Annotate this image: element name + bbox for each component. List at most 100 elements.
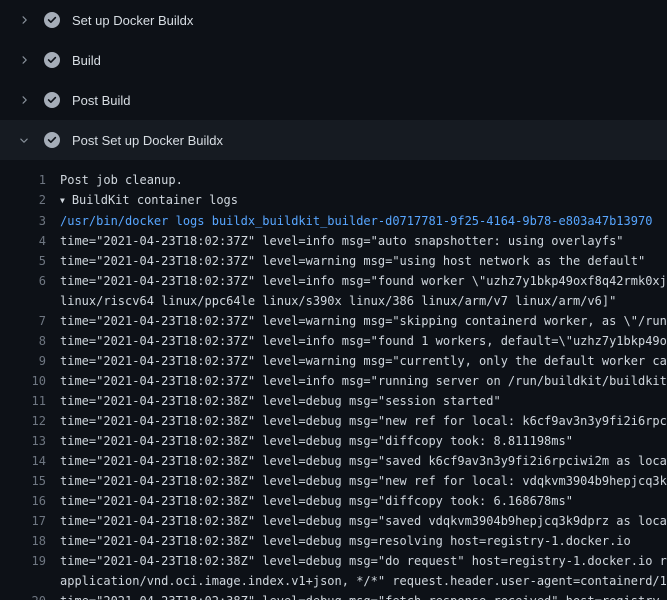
log-line-text-content: time="2021-04-23T18:02:37Z" level=warnin… [60, 354, 667, 368]
log-row: 14 time="2021-04-23T18:02:38Z" level=deb… [0, 451, 667, 471]
log-line-text: time="2021-04-23T18:02:38Z" level=debug … [46, 411, 667, 431]
log-line-text-content: BuildKit container logs [72, 193, 238, 207]
log-line-text-content: Post job cleanup. [60, 173, 183, 187]
log-container: 1 Post job cleanup. 2 ▼ BuildKit containe… [0, 160, 667, 600]
check-circle-icon [44, 132, 60, 148]
log-line-text: time="2021-04-23T18:02:38Z" level=debug … [46, 551, 667, 571]
log-line-text-content: time="2021-04-23T18:02:37Z" level=info m… [60, 334, 667, 348]
step-row[interactable]: Post Set up Docker Buildx [0, 120, 667, 160]
log-line-number[interactable]: 10 [0, 371, 46, 391]
log-line-number[interactable]: 3 [0, 211, 46, 231]
log-row: 2 ▼ BuildKit container logs [0, 190, 667, 211]
log-line-number[interactable]: 15 [0, 471, 46, 491]
log-line-number[interactable]: 14 [0, 451, 46, 471]
log-line-text: Post job cleanup. [46, 170, 667, 190]
step-row[interactable]: Post Build [0, 80, 667, 120]
log-group-toggle-icon[interactable]: ▼ [60, 191, 65, 211]
log-row: linux/riscv64 linux/ppc64le linux/s390x … [0, 291, 667, 311]
log-row: 12 time="2021-04-23T18:02:38Z" level=deb… [0, 411, 667, 431]
chevron-icon [16, 52, 32, 68]
log-line-text-content: time="2021-04-23T18:02:38Z" level=debug … [60, 554, 667, 568]
log-line-text-content: linux/riscv64 linux/ppc64le linux/s390x … [60, 294, 616, 308]
step-row[interactable]: Set up Docker Buildx [0, 0, 667, 40]
log-line-text: /usr/bin/docker logs buildx_buildkit_bui… [46, 211, 667, 231]
log-line-text-content: time="2021-04-23T18:02:38Z" level=debug … [60, 434, 573, 448]
log-line-text: ▼ BuildKit container logs [46, 190, 667, 211]
log-row: 19 time="2021-04-23T18:02:38Z" level=deb… [0, 551, 667, 571]
step-label: Build [72, 53, 101, 68]
log-line-text-content: time="2021-04-23T18:02:38Z" level=debug … [60, 514, 667, 528]
log-line-text-content: time="2021-04-23T18:02:38Z" level=debug … [60, 474, 667, 488]
chevron-icon [16, 12, 32, 28]
log-line-text-content: time="2021-04-23T18:02:37Z" level=info m… [60, 274, 667, 288]
log-row: 10 time="2021-04-23T18:02:37Z" level=inf… [0, 371, 667, 391]
log-row: 7 time="2021-04-23T18:02:37Z" level=warn… [0, 311, 667, 331]
log-line-number[interactable]: 9 [0, 351, 46, 371]
log-line-text-content: /usr/bin/docker logs buildx_buildkit_bui… [60, 214, 652, 228]
log-line-text-content: time="2021-04-23T18:02:37Z" level=warnin… [60, 314, 667, 328]
step-row[interactable]: Build [0, 40, 667, 80]
log-line-number[interactable]: 12 [0, 411, 46, 431]
log-line-text-content: time="2021-04-23T18:02:37Z" level=info m… [60, 234, 624, 248]
log-line-number[interactable]: 11 [0, 391, 46, 411]
log-line-text: time="2021-04-23T18:02:38Z" level=debug … [46, 471, 667, 491]
log-line-number[interactable]: 16 [0, 491, 46, 511]
log-line-text: time="2021-04-23T18:02:37Z" level=warnin… [46, 351, 667, 371]
check-circle-icon [44, 52, 60, 68]
log-line-text-content: time="2021-04-23T18:02:38Z" level=debug … [60, 494, 573, 508]
log-line-text-content: application/vnd.oci.image.index.v1+json,… [60, 574, 667, 588]
log-line-number[interactable]: 20 [0, 591, 46, 600]
log-line-number[interactable]: 1 [0, 170, 46, 190]
chevron-icon [16, 132, 32, 148]
log-line-number[interactable]: 5 [0, 251, 46, 271]
log-row: 6 time="2021-04-23T18:02:37Z" level=info… [0, 271, 667, 291]
check-circle-icon [44, 92, 60, 108]
log-line-number[interactable]: 7 [0, 311, 46, 331]
log-line-text-content: time="2021-04-23T18:02:38Z" level=debug … [60, 414, 667, 428]
log-row: 20 time="2021-04-23T18:02:38Z" level=deb… [0, 591, 667, 600]
log-line-text: time="2021-04-23T18:02:38Z" level=debug … [46, 511, 667, 531]
log-row: application/vnd.oci.image.index.v1+json,… [0, 571, 667, 591]
log-line-number[interactable]: 19 [0, 551, 46, 571]
log-line-number[interactable]: 18 [0, 531, 46, 551]
check-circle-icon [44, 12, 60, 28]
log-line-text: time="2021-04-23T18:02:37Z" level=info m… [46, 371, 667, 391]
log-line-text: time="2021-04-23T18:02:37Z" level=info m… [46, 271, 667, 291]
log-line-number[interactable] [0, 571, 46, 591]
log-row: 15 time="2021-04-23T18:02:38Z" level=deb… [0, 471, 667, 491]
log-row: 17 time="2021-04-23T18:02:38Z" level=deb… [0, 511, 667, 531]
log-row: 5 time="2021-04-23T18:02:37Z" level=warn… [0, 251, 667, 271]
log-line-text-content: time="2021-04-23T18:02:37Z" level=warnin… [60, 254, 645, 268]
log-line-number[interactable]: 13 [0, 431, 46, 451]
log-row: 11 time="2021-04-23T18:02:38Z" level=deb… [0, 391, 667, 411]
step-label: Set up Docker Buildx [72, 13, 193, 28]
log-line-text: time="2021-04-23T18:02:38Z" level=debug … [46, 451, 667, 471]
log-line-text-content: time="2021-04-23T18:02:37Z" level=info m… [60, 374, 667, 388]
log-line-text: application/vnd.oci.image.index.v1+json,… [46, 571, 667, 591]
log-row: 9 time="2021-04-23T18:02:37Z" level=warn… [0, 351, 667, 371]
log-line-text: time="2021-04-23T18:02:37Z" level=info m… [46, 231, 667, 251]
log-row: 4 time="2021-04-23T18:02:37Z" level=info… [0, 231, 667, 251]
log-line-number[interactable]: 2 [0, 190, 46, 211]
log-row: 13 time="2021-04-23T18:02:38Z" level=deb… [0, 431, 667, 451]
steps-list: Set up Docker Buildx Build Post Buil [0, 0, 667, 160]
log-row: 18 time="2021-04-23T18:02:38Z" level=deb… [0, 531, 667, 551]
log-line-text: time="2021-04-23T18:02:37Z" level=warnin… [46, 251, 667, 271]
workflow-log-viewer: Set up Docker Buildx Build Post Buil [0, 0, 667, 600]
log-line-number[interactable] [0, 291, 46, 311]
log-line-number[interactable]: 8 [0, 331, 46, 351]
log-line-number[interactable]: 6 [0, 271, 46, 291]
log-line-text: time="2021-04-23T18:02:37Z" level=warnin… [46, 311, 667, 331]
log-line-text: time="2021-04-23T18:02:38Z" level=debug … [46, 391, 667, 411]
step-label: Post Set up Docker Buildx [72, 133, 223, 148]
step-label: Post Build [72, 93, 131, 108]
log-line-number[interactable]: 4 [0, 231, 46, 251]
log-line-text: time="2021-04-23T18:02:38Z" level=debug … [46, 531, 667, 551]
log-line-text: time="2021-04-23T18:02:38Z" level=debug … [46, 491, 667, 511]
log-line-number[interactable]: 17 [0, 511, 46, 531]
log-line-text-content: time="2021-04-23T18:02:38Z" level=debug … [60, 454, 667, 468]
log-line-text: linux/riscv64 linux/ppc64le linux/s390x … [46, 291, 667, 311]
log-row: 8 time="2021-04-23T18:02:37Z" level=info… [0, 331, 667, 351]
log-row: 3 /usr/bin/docker logs buildx_buildkit_b… [0, 211, 667, 231]
log-line-text-content: time="2021-04-23T18:02:38Z" level=debug … [60, 394, 501, 408]
